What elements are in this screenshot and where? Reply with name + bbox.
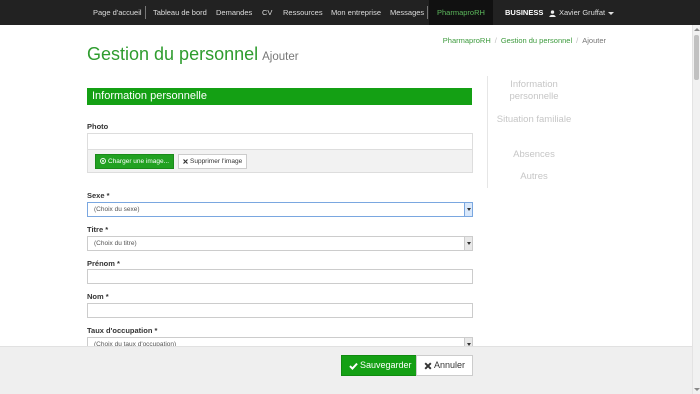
sexe-label: Sexe * [87, 191, 110, 200]
check-icon [349, 362, 358, 370]
breadcrumb-pharmaprorh[interactable]: PharmaproRH [443, 36, 491, 45]
titre-label: Titre * [87, 225, 109, 234]
nav-page-accueil[interactable]: Page d'accueil [93, 0, 142, 25]
page-subtitle: Ajouter [262, 51, 299, 63]
nav-separator [145, 6, 146, 19]
side-nav-autres[interactable]: Autres [488, 171, 580, 183]
prenom-input[interactable] [87, 269, 473, 284]
taux-occupation-label: Taux d'occupation * [87, 326, 158, 335]
delete-image-button[interactable]: Supprimer l'image [178, 154, 248, 169]
prenom-label: Prénom * [87, 259, 120, 268]
chevron-down-icon [464, 203, 472, 216]
side-nav-absences[interactable]: Absences [488, 149, 580, 161]
nav-business[interactable]: BUSINESS [505, 0, 543, 25]
nom-input[interactable] [87, 303, 473, 318]
upload-image-button[interactable]: Charger une image... [95, 154, 175, 169]
caret-down-icon [608, 11, 615, 15]
save-button[interactable]: Sauvegarder [341, 355, 420, 376]
chevron-down-icon [464, 237, 472, 250]
breadcrumb-gestion-du-personnel[interactable]: Gestion du personnel [501, 36, 572, 45]
photo-upload-area: Charger une image... Supprimer l'image [88, 149, 472, 172]
nav-demandes[interactable]: Demandes [216, 0, 252, 25]
scroll-down-arrow-icon[interactable] [694, 388, 700, 391]
nav-tableau-de-bord[interactable]: Tableau de bord [153, 0, 207, 25]
action-bar: Sauvegarder Annuler [0, 346, 692, 394]
close-icon [424, 362, 432, 370]
sexe-select[interactable]: (Choix du sexe) [87, 202, 473, 217]
scroll-thumb[interactable] [694, 35, 699, 80]
nav-mon-entreprise[interactable]: Mon entreprise [331, 0, 381, 25]
nom-label: Nom * [87, 292, 109, 301]
nav-user-menu[interactable]: Xavier Gruffat [549, 0, 615, 25]
titre-select[interactable]: (Choix du titre) [87, 236, 473, 251]
section-header-information-personnelle: Information personnelle [87, 88, 472, 105]
sexe-select-value: (Choix du sexe) [94, 206, 140, 213]
side-nav-information-personnelle[interactable]: Information personnelle [488, 79, 580, 103]
side-nav: Information personnelle Situation famili… [487, 76, 579, 188]
titre-select-value: (Choix du titre) [94, 240, 137, 247]
page-title: Gestion du personnel Ajouter [87, 44, 299, 65]
side-nav-situation-familiale[interactable]: Situation familiale [488, 114, 580, 126]
nav-cv[interactable]: CV [262, 0, 272, 25]
page-title-text: Gestion du personnel [87, 44, 259, 64]
user-name: Xavier Gruffat [559, 8, 606, 17]
nav-separator [427, 6, 428, 19]
photo-field: Charger une image... Supprimer l'image [87, 133, 473, 173]
breadcrumb-current: Ajouter [582, 36, 606, 45]
page-scrollbar[interactable] [692, 25, 700, 394]
photo-label: Photo [87, 122, 109, 131]
nav-ressources[interactable]: Ressources [283, 0, 323, 25]
nav-pharmaprorh[interactable]: PharmaproRH [429, 0, 493, 25]
user-icon [549, 9, 556, 17]
top-navbar: Page d'accueil Tableau de bord Demandes … [0, 0, 700, 25]
close-icon [183, 158, 188, 164]
nav-messages[interactable]: Messages [390, 0, 424, 25]
circle-up-icon [100, 158, 106, 165]
breadcrumb: PharmaproRH / Gestion du personnel / Ajouter [442, 36, 606, 45]
scroll-up-arrow-icon[interactable] [694, 28, 700, 31]
cancel-button[interactable]: Annuler [416, 355, 474, 376]
